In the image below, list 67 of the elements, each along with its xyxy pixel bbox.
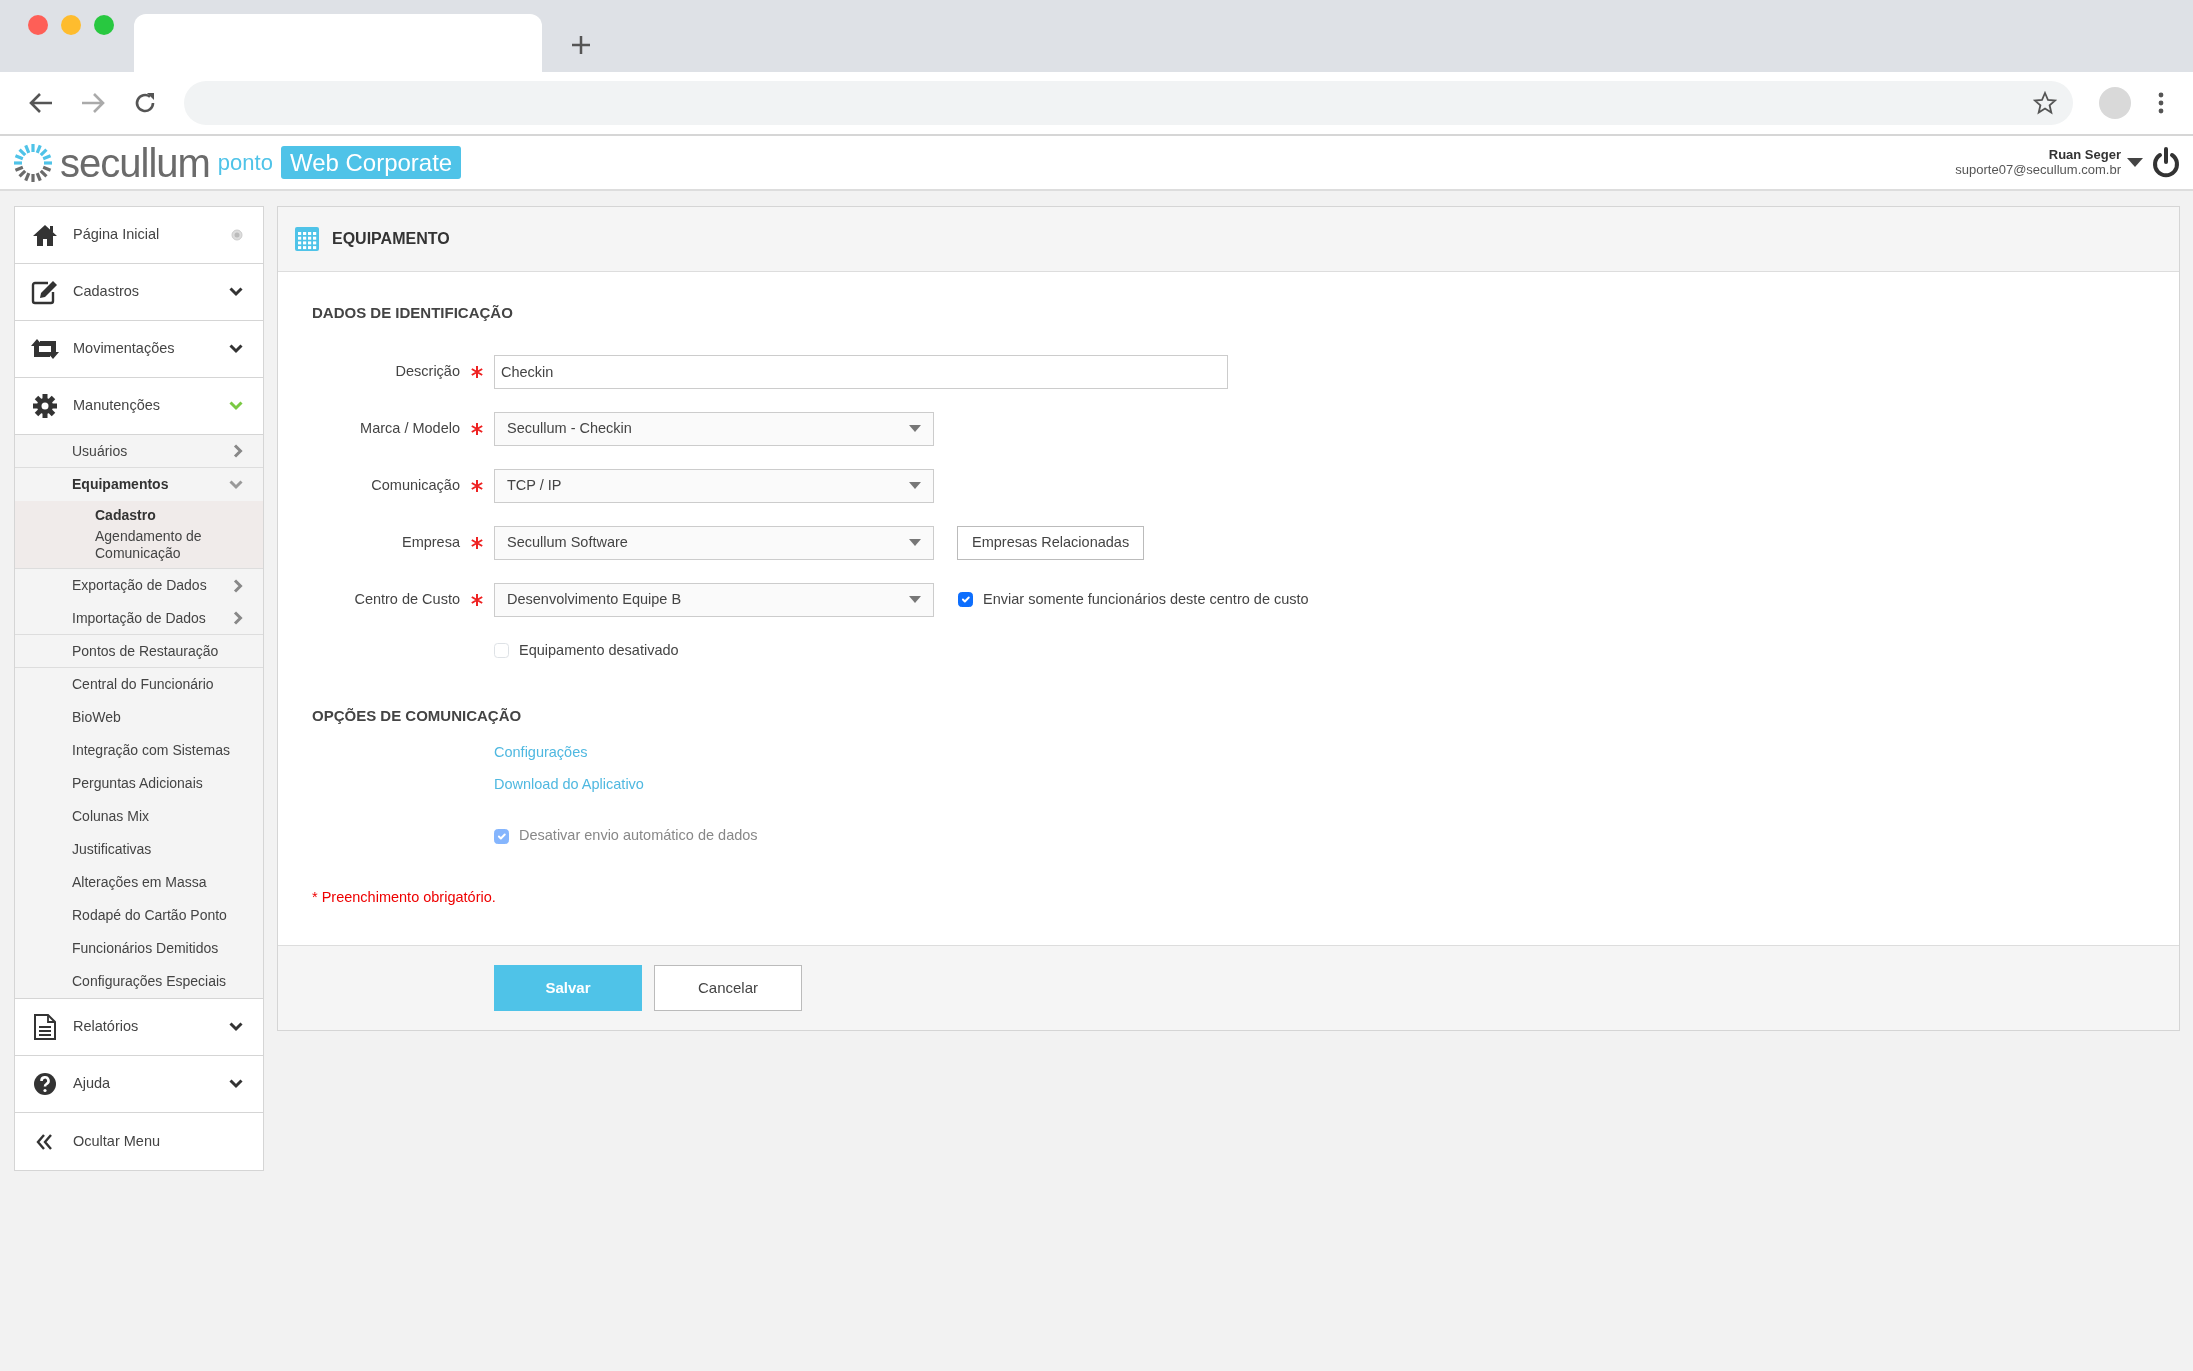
section-title: DADOS DE IDENTIFICAÇÃO [312, 303, 514, 323]
checkbox-label: Enviar somente funcionários deste centro de custo [983, 589, 1309, 609]
dropdown-caret-icon [909, 539, 921, 546]
dropdown-caret-icon [909, 482, 921, 489]
profile-avatar[interactable] [2099, 87, 2131, 119]
logo-icon [12, 141, 54, 184]
submenu-item[interactable]: Alterações em Massa [15, 866, 263, 899]
logo-product: ponto [217, 149, 273, 177]
home-icon [32, 223, 58, 247]
dropdown-caret-icon [909, 596, 921, 603]
submenu-item[interactable]: Central do Funcionário [15, 668, 263, 701]
caret-icon[interactable] [2127, 157, 2143, 168]
submenu-item[interactable]: Usuários [15, 435, 263, 468]
menu-icon[interactable] [2157, 91, 2165, 115]
panel-title: EQUIPAMENTO [332, 229, 450, 249]
submenu-item[interactable]: Rodapé do Cartão Ponto [15, 899, 263, 932]
submenu-item[interactable]: Pontos de Restauração [15, 635, 263, 668]
new-tab-icon[interactable] [570, 34, 592, 56]
help-icon [33, 1072, 57, 1096]
close-window-dot[interactable] [28, 15, 48, 35]
edit-icon [31, 279, 59, 305]
field-label: Comunicação [370, 475, 460, 495]
checkbox-label: Equipamento desativado [519, 640, 679, 660]
user-email[interactable]: suporte07@secullum.com.br [1955, 162, 2121, 177]
dropdown-caret-icon [909, 425, 921, 432]
field-label: Centro de Custo [353, 589, 460, 609]
star-icon[interactable] [2033, 91, 2057, 115]
checkbox[interactable] [958, 592, 973, 607]
submenu-item[interactable]: Cadastro [95, 505, 245, 526]
radio-dot-icon [231, 229, 243, 241]
submenu-item[interactable]: Equipamentos [15, 468, 263, 501]
field-label: Descrição [394, 361, 460, 381]
section-title: OPÇÕES DE COMUNICAÇÃO [312, 706, 523, 727]
cancel-button[interactable]: Cancelar [654, 964, 802, 1011]
edition-badge: Web Corporate [280, 146, 462, 179]
related-button[interactable]: Empresas Relacionadas [957, 525, 1145, 560]
power-icon[interactable] [2151, 146, 2181, 179]
submenu-item[interactable]: Importação de Dados [15, 602, 263, 635]
select-field[interactable]: Secullum - Checkin [494, 411, 934, 446]
logo-brand: secullum [60, 142, 210, 183]
user-name[interactable]: Ruan Seger [2048, 148, 2121, 163]
gear-icon [33, 394, 57, 418]
arrows-icon [30, 338, 60, 360]
submenu-item[interactable]: Agendamento de Comunicação [95, 526, 245, 564]
field-label: Empresa [400, 532, 460, 552]
submenu-item[interactable]: Configurações Especiais [15, 965, 263, 998]
minimize-window-dot[interactable] [61, 15, 81, 35]
grid-icon [294, 226, 320, 252]
select-field[interactable]: TCP / IP [494, 468, 934, 503]
submenu-item[interactable]: Colunas Mix [15, 800, 263, 833]
forward-arrow-icon[interactable] [80, 91, 106, 115]
select-field[interactable]: Desenvolvimento Equipe B [494, 582, 934, 617]
required-note: * Preenchimento obrigatório. [312, 888, 497, 907]
text-field[interactable]: Checkin [494, 354, 1228, 389]
submenu-item[interactable]: BioWeb [15, 701, 263, 734]
submenu-item[interactable]: Justificativas [15, 833, 263, 866]
select-field[interactable]: Secullum Software [494, 525, 934, 560]
checkbox-label: Desativar envio automático de dados [519, 826, 758, 846]
back-arrow-icon[interactable] [28, 91, 54, 115]
maximize-window-dot[interactable] [94, 15, 114, 35]
field-label: Marca / Modelo [359, 418, 460, 438]
document-icon [33, 1013, 57, 1041]
double-chevron-icon [35, 1133, 55, 1150]
submenu-item[interactable]: Exportação de Dados [15, 569, 263, 602]
submenu-item[interactable]: Perguntas Adicionais [15, 767, 263, 800]
submenu-item[interactable]: Funcionários Demitidos [15, 932, 263, 965]
submenu-item[interactable]: Integração com Sistemas [15, 734, 263, 767]
